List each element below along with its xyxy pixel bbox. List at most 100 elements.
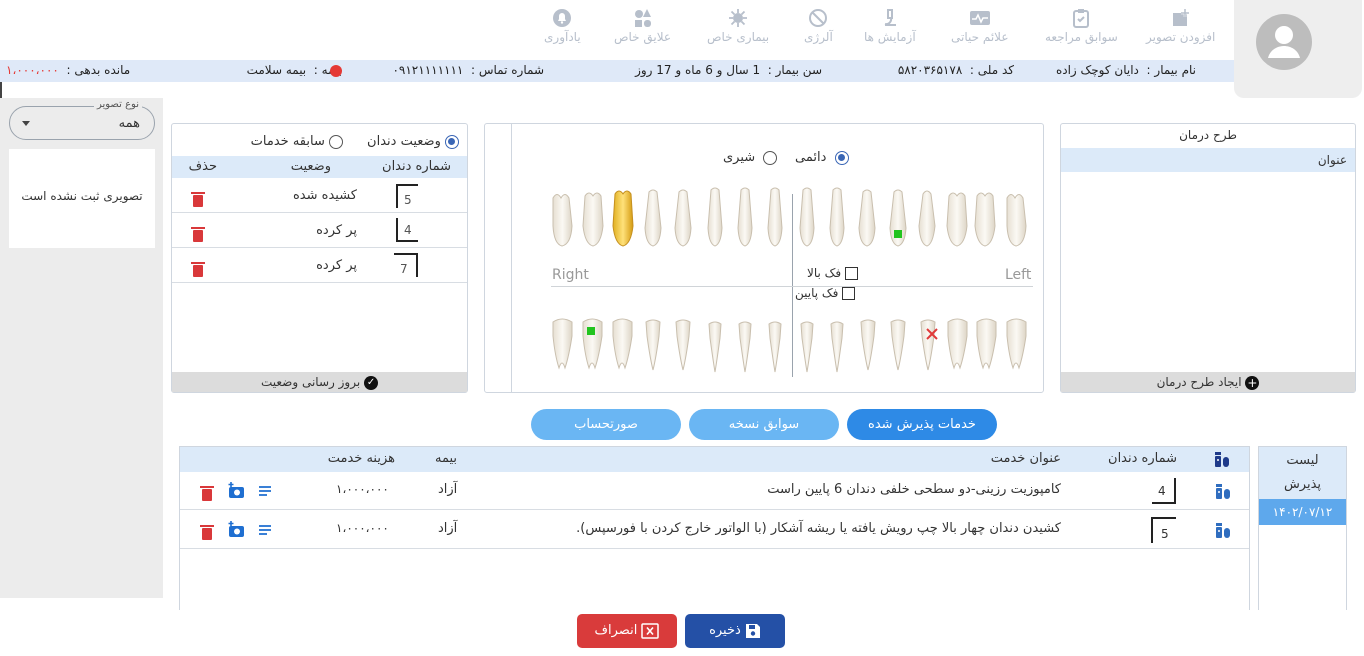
tooth-u2[interactable] [582,192,604,247]
tooth-l15[interactable] [976,318,997,370]
trash-icon[interactable] [200,486,214,501]
tab-tooth-status[interactable]: وضعیت دندان [367,134,459,149]
image-type-label: نوع تصویر [93,99,142,110]
service-title: کامپوزیت رزینی-دو سطحی خلفی دندان 6 پایی… [767,482,1061,497]
add-photo-icon[interactable] [227,521,246,538]
update-status-button[interactable]: ✓ بروز رسانی وضعیت [172,372,467,392]
save-button[interactable]: ذخیره [685,614,785,648]
image-list: تصویری ثبت نشده است [9,149,155,248]
notes-icon[interactable] [258,523,272,537]
toolbar-special-disease-label: بیماری خاص [707,30,770,44]
admission-list-header: لیست پذیرش [1259,447,1346,499]
tooth-l9[interactable] [800,321,814,373]
tooth-l2[interactable] [582,318,603,370]
trash-icon[interactable] [200,525,214,540]
admission-item[interactable]: ۱۴۰۲/۰۷/۱۲ [1259,499,1346,525]
tooth-u9[interactable] [799,187,815,247]
tab-invoice[interactable]: صورتحساب [531,409,681,440]
patient-debt: مانده بدهی : ۱،۰۰۰،۰۰۰ [6,63,131,77]
tooth-l16[interactable] [1006,318,1027,370]
tooth-l4[interactable] [645,319,661,371]
tooth-u8[interactable] [767,187,783,247]
tooth-u3[interactable] [612,190,634,247]
table-row: 7 پر کرده [172,249,467,283]
tab-accepted-services[interactable]: خدمات پذیرش شده [847,409,997,440]
toolbar-special-interests[interactable]: علایق خاص [614,8,671,44]
col-service-insurance: بیمه [434,451,457,466]
tooth-status: پر کرده [316,223,357,238]
service-cost: ۱،۰۰۰،۰۰۰ [336,521,389,535]
tooth-u15[interactable] [974,192,996,247]
tooth-u7[interactable] [737,187,753,247]
radio-tooth-status[interactable] [445,134,459,149]
col-service-tooth: شماره دندان [1108,451,1177,466]
radio-service-history[interactable] [329,134,343,149]
admission-list: لیست پذیرش ۱۴۰۲/۰۷/۱۲ [1258,446,1347,610]
upper-teeth [552,187,1027,247]
service-insurance: آزاد [438,521,458,536]
toolbar-visit-history-label: سوابق مراجعه [1045,30,1118,44]
tooth-l7[interactable] [738,321,752,373]
tab-service-history[interactable]: سابقه خدمات [251,134,343,149]
primary-radio[interactable]: شیری [723,150,778,165]
tab-service-history-label: سابقه خدمات [250,134,325,149]
toolbar-vitals[interactable]: علائم حیاتی [951,8,1009,44]
tooth-l11[interactable] [860,319,876,371]
tab-prescription-history-label: سوابق نسخه [728,417,800,432]
virus-icon [729,9,748,27]
toolbar-visit-history[interactable]: سوابق مراجعه [1045,8,1118,44]
service-insurance: آزاد [438,482,458,497]
radio-permanent[interactable] [834,150,849,165]
tooth-l3[interactable] [612,318,633,370]
toolbar-add-image[interactable]: افزودن تصویر [1146,8,1215,44]
permanent-radio[interactable]: دائمی [795,150,849,165]
tooth-number: 7 [394,253,418,277]
tooth-l10[interactable] [830,321,844,373]
tooth-u13[interactable] [918,190,936,247]
tooth-l8[interactable] [768,321,782,373]
toolbar-reminder-label: یادآوری [544,30,581,44]
toolbar-reminder[interactable]: یادآوری [544,8,581,44]
radio-primary[interactable] [763,150,778,165]
col-service-cost: هزینه خدمت [327,451,395,466]
trash-icon[interactable] [191,227,205,242]
tooth-u10[interactable] [829,187,845,247]
tooth-l14[interactable] [947,318,968,370]
avatar[interactable] [1256,14,1312,70]
vitals-icon [969,11,990,25]
col-delete: حذف [188,159,217,174]
tooth-u6[interactable] [707,187,723,247]
add-photo-icon[interactable] [227,482,246,499]
toolbar-allergy-label: آلرژی [804,30,833,44]
tooth-l6[interactable] [708,321,722,373]
tooth-u11[interactable] [858,189,876,247]
cancel-button[interactable]: انصراف [577,614,677,648]
medicine-icon[interactable] [1215,522,1231,539]
tooth-l5[interactable] [675,319,691,371]
notes-icon[interactable] [258,484,272,498]
medicine-icon[interactable] [1215,483,1231,500]
trash-icon[interactable] [191,192,205,207]
tooth-u4[interactable] [644,189,662,247]
bell-icon [553,9,572,27]
trash-icon[interactable] [191,262,205,277]
image-empty-text: تصویری ثبت نشده است [21,189,143,203]
tooth-u1[interactable] [552,194,573,247]
tooth-l12[interactable] [890,319,906,371]
toolbar-labs[interactable]: آزمایش ها [864,8,916,44]
permanent-label: دائمی [795,150,827,165]
toolbar-special-disease[interactable]: بیماری خاص [707,8,769,44]
tooth-u5[interactable] [674,189,692,247]
tooth-u16[interactable] [1006,194,1027,247]
toolbar-allergy[interactable]: آلرژی [804,8,833,44]
tooth-u14[interactable] [946,192,968,247]
primary-label: شیری [723,150,756,165]
filling-marker-lower [587,327,595,335]
tab-prescription-history[interactable]: سوابق نسخه [689,409,839,440]
image-type-select[interactable]: نوع تصویر همه [9,99,155,140]
toolbar-vitals-label: علائم حیاتی [951,30,1009,44]
tooth-l13[interactable] [920,319,936,371]
toolbar-add-image-label: افزودن تصویر [1146,30,1216,44]
create-treatment-plan-button[interactable]: + ایجاد طرح درمان [1061,372,1355,392]
tooth-l1[interactable] [552,318,573,370]
